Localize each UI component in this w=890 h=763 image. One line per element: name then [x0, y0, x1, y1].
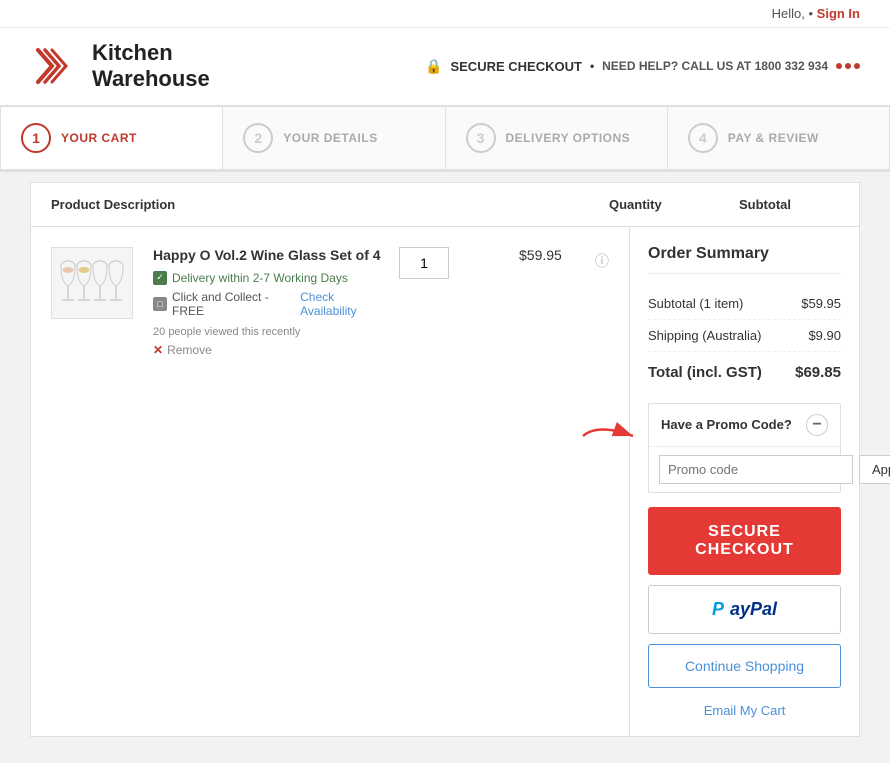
- delivery-badge: ✓ Delivery within 2-7 Working Days: [153, 271, 387, 285]
- subtotal-value: $59.95: [801, 296, 841, 311]
- viewed-text: 20 people viewed this recently: [153, 326, 387, 338]
- lock-icon: 🔒: [425, 58, 442, 75]
- header-right: 🔒 SECURE CHECKOUT • NEED HELP? CALL US A…: [425, 58, 860, 75]
- delivery-text: Delivery within 2-7 Working Days: [172, 271, 348, 285]
- quantity-input[interactable]: [399, 247, 449, 279]
- top-bar: Hello, • Sign In: [0, 0, 890, 28]
- check-availability-link[interactable]: Check Availability: [300, 290, 387, 318]
- email-cart-section: Email My Cart: [648, 702, 841, 718]
- promo-header-text: Have a Promo Code?: [661, 417, 792, 432]
- product-image-wrap: [51, 247, 141, 319]
- cart-column-headers: Product Description Quantity Subtotal: [31, 183, 859, 227]
- promo-wrapper: Have a Promo Code? − Apply: [648, 403, 841, 493]
- step-3-label: DELIVERY OPTIONS: [506, 131, 631, 145]
- promo-section: Have a Promo Code? − Apply: [648, 403, 841, 493]
- secure-text: SECURE CHECKOUT: [450, 59, 581, 74]
- product-name: Happy O Vol.2 Wine Glass Set of 4: [153, 247, 387, 263]
- col-subtotal-header: Subtotal: [739, 197, 839, 212]
- page-wrapper: Product Description Quantity Subtotal: [10, 172, 880, 763]
- remove-link[interactable]: ✕ Remove: [153, 343, 387, 357]
- promo-arrow-icon: [578, 421, 643, 451]
- secure-checkout-button[interactable]: SECURE CHECKOUT: [648, 507, 841, 575]
- order-summary-title: Order Summary: [648, 245, 841, 274]
- collect-info: □ Click and Collect - FREE Check Availab…: [153, 290, 387, 318]
- paypal-text: ayPal: [730, 599, 777, 620]
- step-4-label: PAY & REVIEW: [728, 131, 819, 145]
- subtotal-col: $59.95 ⓘ: [519, 247, 609, 271]
- header-secure-bar: 🔒 SECURE CHECKOUT • NEED HELP? CALL US A…: [425, 58, 860, 75]
- col-quantity-header: Quantity: [609, 197, 739, 212]
- product-subtotal-value: $59.95: [519, 247, 562, 263]
- paypal-p-icon: P: [712, 599, 724, 620]
- help-text: NEED HELP? CALL US AT 1800 332 934: [602, 59, 828, 73]
- subtotal-label: Subtotal (1 item): [648, 296, 743, 311]
- shipping-value: $9.90: [808, 328, 841, 343]
- cart-container: Product Description Quantity Subtotal: [30, 182, 860, 737]
- step-2-circle: 2: [243, 123, 273, 153]
- subtotal-row: Subtotal (1 item) $59.95: [648, 288, 841, 320]
- stepper-steps: 1 YOUR CART 2 YOUR DETAILS 3 DELIVERY OP…: [1, 107, 889, 171]
- collect-text: Click and Collect - FREE: [172, 290, 295, 318]
- sign-in-link[interactable]: Sign In: [817, 6, 860, 21]
- total-row: Total (incl. GST) $69.85: [648, 356, 841, 389]
- step-1-circle: 1: [21, 123, 51, 153]
- hello-text: Hello,: [772, 6, 805, 21]
- top-separator: •: [808, 6, 816, 21]
- product-row: Happy O Vol.2 Wine Glass Set of 4 ✓ Deli…: [51, 247, 609, 357]
- shipping-label: Shipping (Australia): [648, 328, 761, 343]
- paypal-button[interactable]: PayPal: [648, 585, 841, 634]
- step-pay-review[interactable]: 4 PAY & REVIEW: [668, 107, 889, 169]
- quantity-col: [399, 247, 519, 279]
- total-label: Total (incl. GST): [648, 364, 762, 381]
- product-image: [51, 247, 133, 319]
- order-summary-panel: Order Summary Subtotal (1 item) $59.95 S…: [629, 227, 859, 736]
- logo-area[interactable]: Kitchen Warehouse: [30, 40, 210, 93]
- vertical-dots-icon: [836, 63, 860, 69]
- cart-body-row: Happy O Vol.2 Wine Glass Set of 4 ✓ Deli…: [31, 227, 859, 736]
- promo-header[interactable]: Have a Promo Code? −: [649, 404, 840, 446]
- step-4-circle: 4: [688, 123, 718, 153]
- product-section: Happy O Vol.2 Wine Glass Set of 4 ✓ Deli…: [31, 227, 629, 736]
- step-your-cart[interactable]: 1 YOUR CART: [1, 107, 223, 169]
- shipping-row: Shipping (Australia) $9.90: [648, 320, 841, 352]
- checkout-stepper: 1 YOUR CART 2 YOUR DETAILS 3 DELIVERY OP…: [0, 106, 890, 172]
- promo-code-input[interactable]: [659, 455, 853, 484]
- step-2-label: YOUR DETAILS: [283, 131, 377, 145]
- info-icon[interactable]: ⓘ: [595, 251, 609, 271]
- step-delivery-options[interactable]: 3 DELIVERY OPTIONS: [446, 107, 668, 169]
- step-1-label: YOUR CART: [61, 131, 137, 145]
- viewed-count: 20: [153, 326, 165, 338]
- logo-text: Kitchen Warehouse: [92, 40, 210, 93]
- site-header: Kitchen Warehouse 🔒 SECURE CHECKOUT • NE…: [0, 28, 890, 106]
- col-product-header: Product Description: [51, 197, 609, 212]
- wine-glasses-image: [55, 252, 129, 314]
- promo-apply-button[interactable]: Apply: [859, 455, 890, 484]
- email-cart-link[interactable]: Email My Cart: [704, 703, 786, 718]
- promo-collapse-icon[interactable]: −: [806, 414, 828, 436]
- continue-shopping-button[interactable]: Continue Shopping: [648, 644, 841, 688]
- check-icon: ✓: [153, 271, 167, 285]
- viewed-label: people viewed this recently: [168, 326, 300, 338]
- remove-x-icon: ✕: [153, 343, 163, 357]
- product-details: Happy O Vol.2 Wine Glass Set of 4 ✓ Deli…: [141, 247, 399, 357]
- collect-icon: □: [153, 297, 167, 311]
- step-3-circle: 3: [466, 123, 496, 153]
- total-value: $69.85: [795, 364, 841, 381]
- logo-icon: [30, 40, 82, 92]
- remove-label: Remove: [167, 343, 212, 357]
- step-your-details[interactable]: 2 YOUR DETAILS: [223, 107, 445, 169]
- promo-input-row: Apply: [649, 446, 840, 492]
